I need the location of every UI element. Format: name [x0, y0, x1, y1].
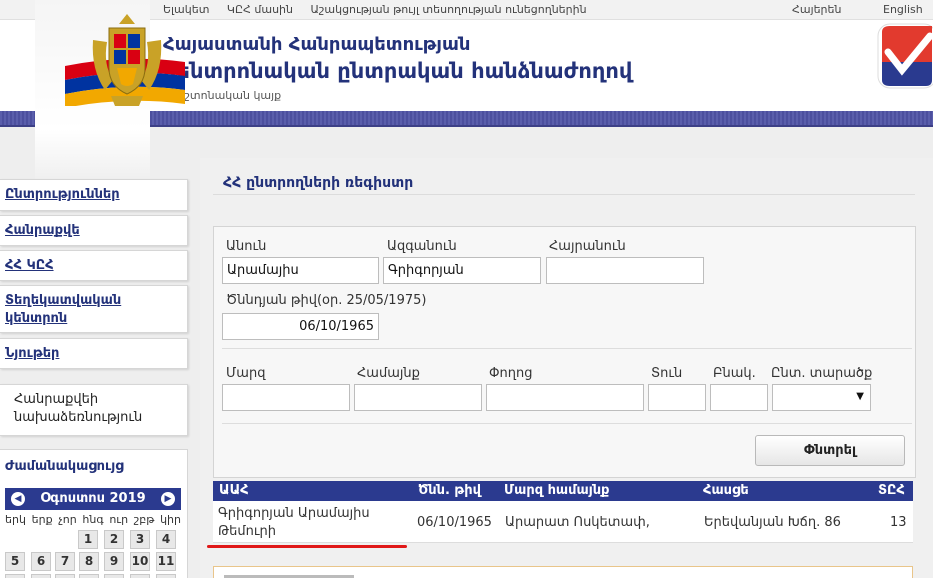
- apartment-input[interactable]: [710, 384, 768, 411]
- calendar-weekdays: երկ երք չոր հնգ ուր շբթ կիր: [5, 513, 181, 526]
- coat-of-arms-icon: [92, 14, 162, 106]
- calendar-month-label: Օգոստոս 2019: [40, 491, 146, 506]
- cell-precinct: 13: [890, 515, 907, 530]
- cell-region: Արարատ Ոսկետափ,: [505, 515, 650, 530]
- highlight-underline: [207, 545, 407, 548]
- street-input[interactable]: [486, 384, 644, 411]
- calendar-day[interactable]: 9: [104, 552, 124, 571]
- apartment-label: Բնակ.: [713, 366, 756, 381]
- table-row[interactable]: Գրիգորյան Արամայիս Թեմուրի 06/10/1965 Ար…: [213, 501, 913, 543]
- col-header-name: ԱԱՀ: [219, 483, 249, 498]
- first-name-input[interactable]: [222, 257, 379, 284]
- region-input[interactable]: [222, 384, 350, 411]
- calendar-prev-icon[interactable]: ◀: [11, 492, 25, 506]
- last-name-input[interactable]: [383, 257, 541, 284]
- header-title-line2: կենտրոնական ընտրական հանձնաժողով: [163, 59, 633, 83]
- calendar-day[interactable]: 18: [156, 574, 176, 578]
- house-input[interactable]: [648, 384, 706, 411]
- calendar-widget: Ժամանակացույց ◀ Օգոստոս 2019 ▶ երկ երք չ…: [0, 449, 188, 578]
- cell-name-line2: Թեմուրի: [218, 524, 277, 539]
- birthdate-label: Ծննդյան թիվ(օր. 25/05/1975): [226, 293, 427, 308]
- col-header-address: Հասցե: [703, 483, 749, 498]
- title-divider: [213, 194, 915, 195]
- precinct-select[interactable]: ▼: [772, 384, 871, 411]
- col-header-region: Մարզ համայնք: [504, 483, 610, 498]
- region-label: Մարզ: [226, 366, 266, 381]
- patronymic-input[interactable]: [546, 257, 704, 284]
- weekday-label: չոր: [58, 513, 77, 526]
- top-link-home[interactable]: Ելակետ: [163, 3, 209, 16]
- search-button[interactable]: Փնտրել: [755, 435, 905, 466]
- street-label: Փողոց: [489, 366, 533, 381]
- calendar-day[interactable]: 16: [104, 574, 124, 578]
- next-section-panel: [213, 566, 913, 578]
- lang-english-link[interactable]: English: [883, 3, 923, 16]
- house-label: Տուն: [651, 366, 683, 381]
- community-input[interactable]: [354, 384, 482, 411]
- calendar-day[interactable]: 14: [55, 574, 75, 578]
- lang-armenian-link[interactable]: Հայերեն: [792, 3, 841, 16]
- sidebar-item-materials[interactable]: Նյութեր: [0, 338, 188, 369]
- weekday-label: ուր: [109, 513, 129, 526]
- calendar-day[interactable]: 3: [130, 530, 150, 549]
- calendar-day[interactable]: 11: [156, 552, 176, 571]
- precinct-label: Ընտ. տարածք: [771, 366, 873, 381]
- calendar-day[interactable]: 7: [55, 552, 75, 571]
- sidebar-item-referendum[interactable]: Հանրաքվե: [0, 215, 188, 246]
- col-header-precinct: ՏԸՀ: [878, 483, 905, 498]
- birthdate-input[interactable]: [222, 313, 379, 340]
- weekday-label: երկ: [5, 513, 26, 526]
- results-table-header: ԱԱՀ Ծնն. թիվ Մարզ համայնք Հասցե ՏԸՀ: [213, 481, 913, 501]
- sidebar-item-referendum-initiative[interactable]: Հանրաքվեի նախաձեռնություն: [0, 384, 188, 436]
- calendar-day[interactable]: 2: [104, 530, 124, 549]
- calendar-day[interactable]: 17: [130, 574, 150, 578]
- form-divider: [222, 423, 912, 424]
- calendar-title: Ժամանակացույց: [5, 459, 124, 474]
- weekday-label: կիր: [160, 513, 181, 526]
- calendar-day[interactable]: 6: [31, 552, 51, 571]
- community-label: Համայնք: [357, 366, 420, 381]
- calendar-day[interactable]: 15: [79, 574, 99, 578]
- calendar-day[interactable]: 5: [5, 552, 25, 571]
- emblem-panel[interactable]: [35, 0, 185, 185]
- top-links: Ելակետ ԿԸՀ մասին Աշակցության թույլ տեսող…: [163, 3, 601, 16]
- calendar-day[interactable]: 10: [130, 552, 150, 571]
- calendar-day[interactable]: 13: [31, 574, 51, 578]
- weekday-label: շբթ: [133, 513, 155, 526]
- calendar-next-icon[interactable]: ▶: [161, 492, 175, 506]
- patronymic-label: Հայրանուն: [549, 239, 626, 254]
- form-divider: [222, 348, 912, 349]
- dropdown-caret-icon: ▼: [856, 391, 864, 402]
- calendar-day[interactable]: 1: [78, 530, 98, 549]
- col-header-birth: Ծնն. թիվ: [418, 483, 481, 498]
- sidebar-item-cec[interactable]: ՀՀ ԿԸՀ: [0, 250, 188, 281]
- weekday-label: հնգ: [82, 513, 104, 526]
- cell-birth: 06/10/1965: [417, 515, 492, 530]
- last-name-label: Ազգանուն: [387, 239, 457, 254]
- cell-address: Երեվանյան Խճղ. 86: [704, 515, 841, 530]
- calendar-day[interactable]: 4: [156, 530, 176, 549]
- cec-logo-icon[interactable]: [874, 22, 933, 90]
- calendar-day[interactable]: 12: [5, 574, 25, 578]
- page-title: ՀՀ ընտրողների ռեգիստր: [223, 175, 414, 191]
- top-link-accessibility[interactable]: Աշակցության թույլ տեսողության ունեցողներ…: [310, 3, 586, 16]
- cell-name-line1: Գրիգորյան Արամայիս: [218, 506, 370, 521]
- calendar-month-header: ◀ Օգոստոս 2019 ▶: [5, 488, 181, 510]
- calendar-day[interactable]: 8: [79, 552, 99, 571]
- sidebar-item-info-center[interactable]: Տեղեկատվական կենտրոն: [0, 285, 188, 333]
- weekday-label: երք: [31, 513, 53, 526]
- top-link-about[interactable]: ԿԸՀ մասին: [227, 3, 293, 16]
- first-name-label: Անուն: [226, 239, 267, 254]
- header-title-line1: Հայաստանի Հանրապետության: [163, 34, 471, 55]
- sidebar-item-elections[interactable]: Ընտրություններ: [0, 179, 188, 211]
